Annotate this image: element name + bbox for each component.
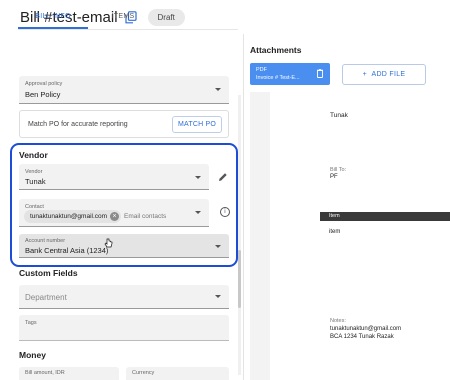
plus-icon: + bbox=[362, 71, 367, 78]
bill-amount-label: Bill amount, IDR bbox=[25, 370, 65, 376]
doc-item-header-label: Item bbox=[329, 213, 340, 219]
contact-email-chip-label: tunaktunaktun@gmail.com bbox=[30, 213, 108, 220]
pencil-icon[interactable] bbox=[218, 172, 228, 182]
file-type-label: PDF bbox=[256, 67, 267, 73]
contact-email-chip: tunaktunaktun@gmail.com × bbox=[24, 210, 122, 223]
chevron-down-icon bbox=[215, 245, 221, 248]
doc-notes-label: Notes: bbox=[330, 318, 346, 324]
doc-item-row: item bbox=[329, 229, 341, 235]
tags-field[interactable]: Tags bbox=[19, 315, 229, 341]
chevron-down-icon bbox=[215, 88, 221, 91]
doc-vendor-name: Tunak bbox=[330, 112, 348, 119]
doc-item-header: Item bbox=[320, 212, 450, 221]
trash-icon[interactable] bbox=[317, 69, 323, 78]
tab-bar: BILL INFO ITEMS bbox=[18, 8, 238, 30]
currency-label: Currency bbox=[132, 370, 155, 376]
email-contacts-input[interactable] bbox=[124, 213, 194, 220]
chevron-down-icon bbox=[195, 211, 201, 214]
approval-policy-label: Approval policy bbox=[25, 81, 63, 87]
department-select[interactable]: Department bbox=[19, 285, 229, 309]
info-icon[interactable]: i bbox=[220, 207, 230, 217]
file-name-label: Invoice # Test-E... bbox=[256, 75, 300, 81]
attachment-file-card[interactable]: PDF Invoice # Test-E... bbox=[250, 63, 330, 85]
doc-bill-to-value: PF bbox=[330, 174, 338, 180]
chevron-down-icon bbox=[195, 176, 201, 179]
chevron-down-icon bbox=[215, 295, 221, 298]
account-number-select[interactable]: Account number Bank Central Asia (1234) bbox=[19, 234, 229, 258]
add-file-label: ADD FILE bbox=[371, 71, 406, 78]
doc-notes-email: tunaktunaktun@gmail.com bbox=[330, 326, 402, 332]
scrollbar-thumb[interactable] bbox=[238, 250, 241, 308]
department-placeholder: Department bbox=[25, 293, 67, 302]
tab-bill-info[interactable]: BILL INFO bbox=[18, 8, 88, 29]
vendor-select[interactable]: Vendor Tunak bbox=[19, 164, 209, 190]
add-file-button[interactable]: + ADD FILE bbox=[342, 64, 426, 85]
bill-amount-field[interactable]: Bill amount, IDR bbox=[19, 367, 119, 380]
account-number-value: Bank Central Asia (1234) bbox=[25, 246, 109, 255]
doc-notes-bank: BCA 1234 Tunak Razak bbox=[330, 334, 394, 340]
account-number-label: Account number bbox=[25, 238, 66, 244]
attachments-title: Attachments bbox=[250, 45, 302, 55]
match-po-button[interactable]: MATCH PO bbox=[171, 116, 222, 133]
vendor-section-title: Vendor bbox=[19, 150, 48, 160]
approval-policy-value: Ben Policy bbox=[25, 90, 61, 99]
vendor-label: Vendor bbox=[25, 169, 43, 175]
custom-fields-title: Custom Fields bbox=[19, 268, 78, 278]
approval-policy-select[interactable]: Approval policy Ben Policy bbox=[19, 76, 229, 104]
match-po-text: Match PO for accurate reporting bbox=[28, 121, 128, 128]
doc-bill-to-label: Bill To: bbox=[330, 167, 347, 173]
money-title: Money bbox=[19, 350, 46, 360]
tags-label: Tags bbox=[25, 320, 37, 326]
mouse-pointer-icon bbox=[104, 238, 113, 248]
scrollbar-track[interactable] bbox=[238, 95, 241, 375]
tab-items[interactable]: ITEMS bbox=[88, 8, 158, 29]
vendor-value: Tunak bbox=[25, 177, 46, 186]
currency-select[interactable]: Currency bbox=[126, 367, 229, 380]
match-po-box: Match PO for accurate reporting MATCH PO bbox=[19, 110, 229, 138]
close-icon[interactable]: × bbox=[110, 212, 120, 221]
